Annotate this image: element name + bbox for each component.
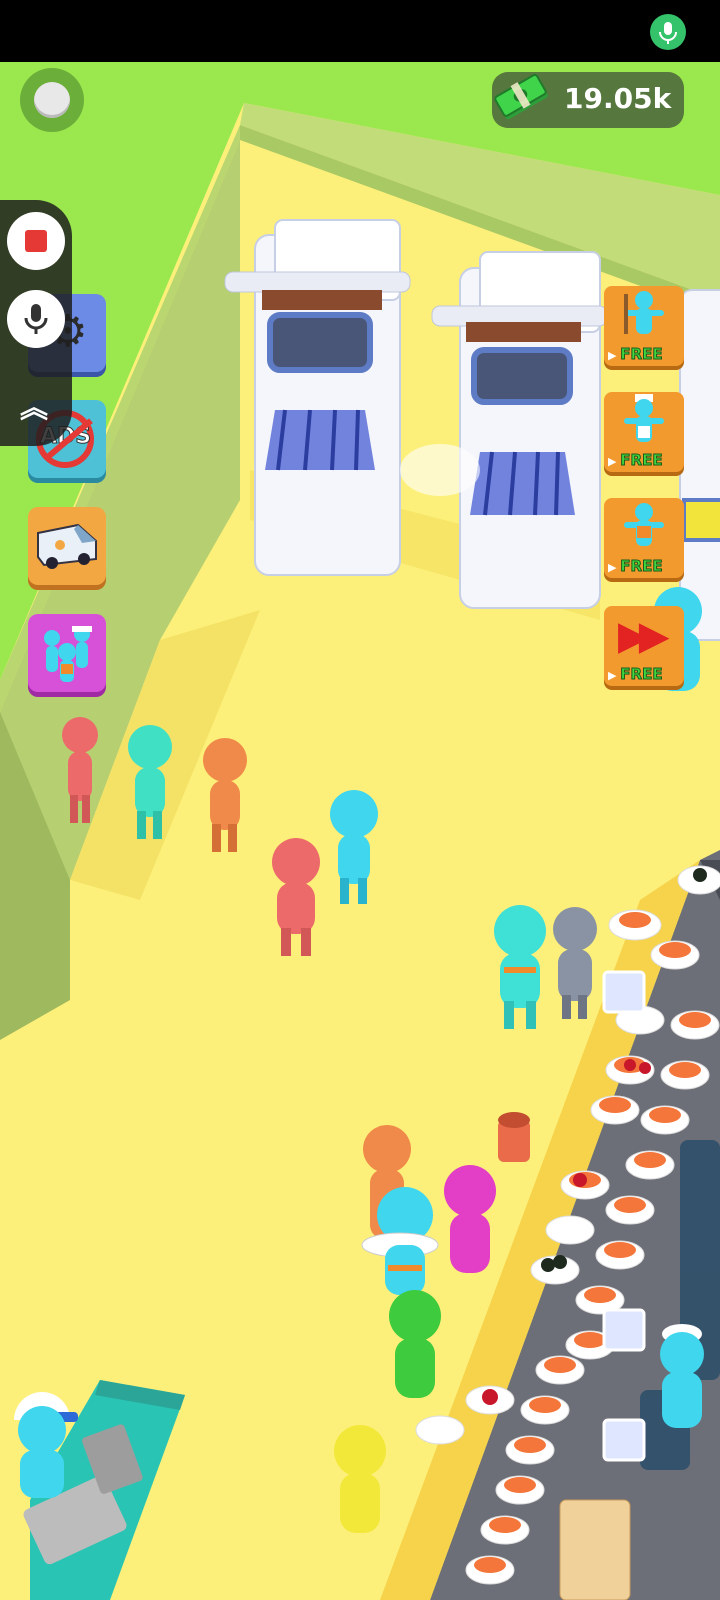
- customer-character: [330, 1425, 390, 1549]
- record-stop-button[interactable]: [7, 212, 65, 270]
- customer-character: [440, 1165, 500, 1284]
- fast-forward-icon: ▶▶: [618, 613, 669, 659]
- mic-active-icon: [650, 14, 686, 50]
- customer-character: [385, 1290, 445, 1414]
- oven-machine-1: [224, 219, 411, 576]
- free-label: FREE: [608, 451, 663, 470]
- record-mic-button[interactable]: [7, 290, 65, 348]
- customer-character: [60, 715, 100, 829]
- pause-button[interactable]: [20, 68, 84, 132]
- cash-amount: 19.05k: [564, 82, 672, 115]
- upgrade-free-button-2[interactable]: FREE: [604, 392, 684, 472]
- free-label: FREE: [608, 557, 663, 576]
- cash-stack-icon: [492, 68, 552, 128]
- cashier-character: [2, 1390, 82, 1504]
- customer-character: [328, 790, 380, 909]
- status-bar: [0, 0, 720, 62]
- speed-boost-free-button[interactable]: ▶▶ FREE: [604, 606, 684, 686]
- free-label: FREE: [608, 345, 663, 364]
- customer-character: [200, 738, 250, 857]
- waiter-upgrade-icon: [624, 291, 664, 334]
- microphone-icon: [24, 304, 48, 334]
- collapse-chevron-icon[interactable]: ︽: [20, 394, 48, 422]
- cash-display: 19.05k: [492, 72, 684, 128]
- staff-icon: [44, 626, 92, 682]
- customer-character: [550, 905, 600, 1024]
- staff-button[interactable]: [28, 614, 106, 692]
- staff-upgrade-icon: [624, 503, 664, 546]
- customer-character: [125, 725, 175, 844]
- free-label: FREE: [608, 665, 663, 684]
- chef-character: [650, 1320, 710, 1434]
- delivery-button[interactable]: [28, 507, 106, 585]
- waiter-character: [360, 1185, 440, 1304]
- screen-recorder-panel: ︽: [0, 200, 72, 446]
- upgrade-free-button-3[interactable]: FREE: [604, 498, 684, 578]
- upgrade-free-button-1[interactable]: FREE: [604, 286, 684, 366]
- van-icon: [37, 523, 97, 569]
- customer-character: [265, 838, 327, 962]
- chef-upgrade-icon: [624, 394, 664, 442]
- customer-character: [490, 905, 550, 1034]
